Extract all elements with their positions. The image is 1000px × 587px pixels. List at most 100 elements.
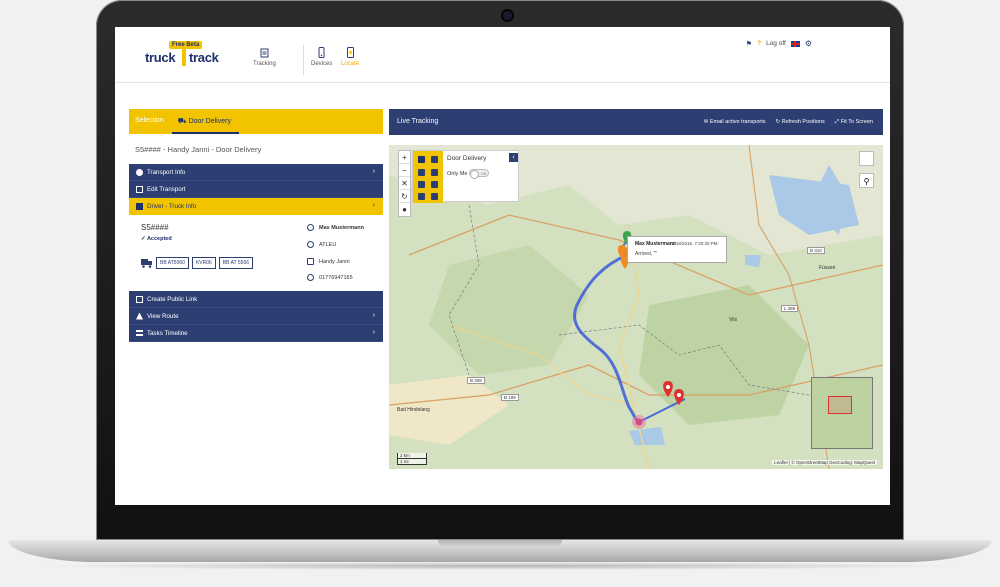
plate-truck: BB AT5060: [156, 257, 189, 269]
target-icon[interactable]: [418, 156, 425, 163]
map-attribution[interactable]: Leaflet | © OpenStreetMap GeoCoding: Map…: [772, 460, 877, 465]
live-tracking-actions: ✉ Email active transports ↻ Refresh Posi…: [704, 119, 873, 126]
nav-locate-label: Locate: [341, 61, 360, 67]
download-icon[interactable]: [431, 193, 438, 200]
road-label-b199: B 199: [501, 394, 519, 401]
only-me-label: Only Me: [447, 171, 468, 177]
menu-create-public-link[interactable]: Create Public Link: [129, 291, 383, 308]
status-accepted-label: Accepted: [146, 236, 172, 242]
logo-word-truck: truck: [145, 50, 176, 65]
menu-view-route[interactable]: View Route ›: [129, 308, 383, 325]
device-name: Handy Janni: [319, 258, 350, 265]
help-link[interactable]: ?: [757, 40, 761, 47]
location-pin-icon[interactable]: ●: [399, 203, 410, 216]
plate-trailer-1: KVR06: [191, 257, 216, 269]
company-row: ATLEU: [307, 241, 336, 248]
only-me-toggle[interactable]: Off: [469, 169, 489, 179]
device-row: Handy Janni: [307, 258, 350, 265]
nav-tracking[interactable]: Tracking: [253, 47, 276, 67]
uk-flag-icon[interactable]: [790, 40, 800, 47]
beta-badge: Free Beta: [169, 41, 203, 49]
road-label-b308: B 308: [467, 377, 485, 384]
minimap-viewport[interactable]: [828, 396, 852, 414]
fit-to-screen-label: Fit To Screen: [840, 119, 873, 125]
telephone-icon: [307, 274, 314, 281]
driver-name: Max Mustermann: [319, 224, 364, 231]
nav-separator: [303, 45, 304, 75]
menu-transport-info[interactable]: Transport Info ›: [129, 164, 383, 181]
menu-tasks-timeline[interactable]: Tasks Timeline ›: [129, 325, 383, 342]
phone-icon: [318, 47, 325, 58]
search-icon[interactable]: ⚲: [859, 173, 874, 188]
fit-to-screen-button[interactable]: ⤢ Fit To Screen: [835, 119, 873, 126]
chevron-down-icon: ›: [372, 202, 375, 209]
bell-icon[interactable]: ⚑: [746, 40, 752, 48]
map-view[interactable]: Vils Füssen Bad Hindelang B 310 B 308 B …: [389, 145, 883, 469]
zoom-out-button[interactable]: −: [399, 164, 410, 177]
selection-tabs: Selection ⛟ Door Delivery: [129, 109, 383, 134]
map-toolbar: + − ✕ ↻ ●: [398, 150, 411, 217]
list-icon[interactable]: [431, 181, 438, 188]
locate-icon: [346, 47, 354, 58]
transport-menu: Transport Info › Edit Transport Driver -…: [129, 164, 383, 215]
chevron-right-icon: ›: [372, 329, 375, 336]
layers-icon[interactable]: [859, 151, 874, 166]
chevron-right-icon: ›: [372, 168, 375, 175]
email-transports-button[interactable]: ✉ Email active transports: [704, 119, 766, 126]
popup-driver-name: Max Mustermann: [635, 241, 676, 247]
gear-icon[interactable]: ⚙: [805, 39, 812, 48]
laptop-notch: [438, 540, 562, 548]
nav-devices[interactable]: Devices: [311, 47, 332, 67]
edit-icon: [136, 185, 143, 193]
collapse-panel-button[interactable]: ‹: [509, 153, 518, 162]
app-screen: truck track Free Beta Tracking Devices L…: [115, 27, 890, 505]
chevron-right-icon: ›: [372, 312, 375, 319]
menu-create-public-link-label: Create Public Link: [147, 295, 198, 303]
scale-mi: 1 mi: [397, 459, 427, 465]
tab-door-delivery-label: Door Delivery: [188, 118, 231, 125]
close-icon[interactable]: ✕: [399, 177, 410, 190]
phone-number: 01776947165: [319, 274, 353, 281]
refresh-icon[interactable]: ↻: [399, 190, 410, 203]
plate-trailer-2: BB AT 5566: [218, 257, 254, 269]
group-icon[interactable]: [431, 156, 438, 163]
refresh-positions-label: Refresh Positions: [781, 119, 825, 125]
tab-selection[interactable]: Selection: [129, 109, 172, 134]
mail-icon[interactable]: [418, 193, 425, 200]
logo-divider: [182, 49, 186, 66]
door-delivery-panel: Door Delivery Only Me Off ‹: [412, 150, 519, 203]
warning-icon[interactable]: [431, 169, 438, 176]
refresh-positions-button[interactable]: ↻ Refresh Positions: [776, 119, 825, 126]
menu-edit-transport-label: Edit Transport: [147, 185, 186, 193]
driver-truck-detail: S5#### ✓ Accepted BB AT5060 KVR06 BB AT …: [129, 217, 383, 290]
email-transports-label: Email active transports: [709, 119, 766, 125]
driver-name-row: Max Mustermann: [307, 224, 364, 231]
share-icon: [136, 295, 143, 303]
home-icon[interactable]: [418, 181, 425, 188]
status-accepted: ✓ Accepted: [141, 236, 172, 242]
truck-track-logo[interactable]: truck track Free Beta: [145, 41, 225, 71]
phone-row: 01776947165: [307, 274, 353, 281]
map-scale: 2 km 1 mi: [397, 453, 427, 465]
transport-id: S5####: [141, 223, 169, 232]
menu-tasks-timeline-label: Tasks Timeline: [147, 329, 188, 337]
logoff-link[interactable]: Log off: [766, 40, 786, 47]
popup-status: Arrived, "": [635, 251, 658, 257]
truck-icon: ⛟: [177, 118, 189, 125]
driver-icon: [307, 224, 314, 231]
transport-actions-menu: Create Public Link View Route › Tasks Ti…: [129, 291, 383, 342]
live-tracking-header: Live Tracking ✉ Email active transports …: [389, 109, 883, 135]
truck-plates: BB AT5060 KVR06 BB AT 5566: [141, 257, 254, 269]
popup-timestamp: 2/18/2015, 7:20:30 PM: [672, 241, 718, 246]
tab-door-delivery[interactable]: ⛟ Door Delivery: [171, 109, 239, 134]
menu-driver-truck-info[interactable]: Driver - Truck Info ›: [129, 198, 383, 215]
zoom-in-button[interactable]: +: [399, 151, 410, 164]
live-tracking-title: Live Tracking: [397, 118, 439, 125]
minimap[interactable]: [811, 377, 873, 449]
truck-icon: [136, 203, 143, 210]
menu-edit-transport[interactable]: Edit Transport: [129, 181, 383, 198]
menu-transport-info-label: Transport Info: [147, 168, 186, 176]
user-icon[interactable]: [418, 169, 425, 176]
nav-locate[interactable]: Locate: [341, 47, 359, 67]
user-controls: ⚑ ? Log off ⚙: [746, 39, 812, 48]
